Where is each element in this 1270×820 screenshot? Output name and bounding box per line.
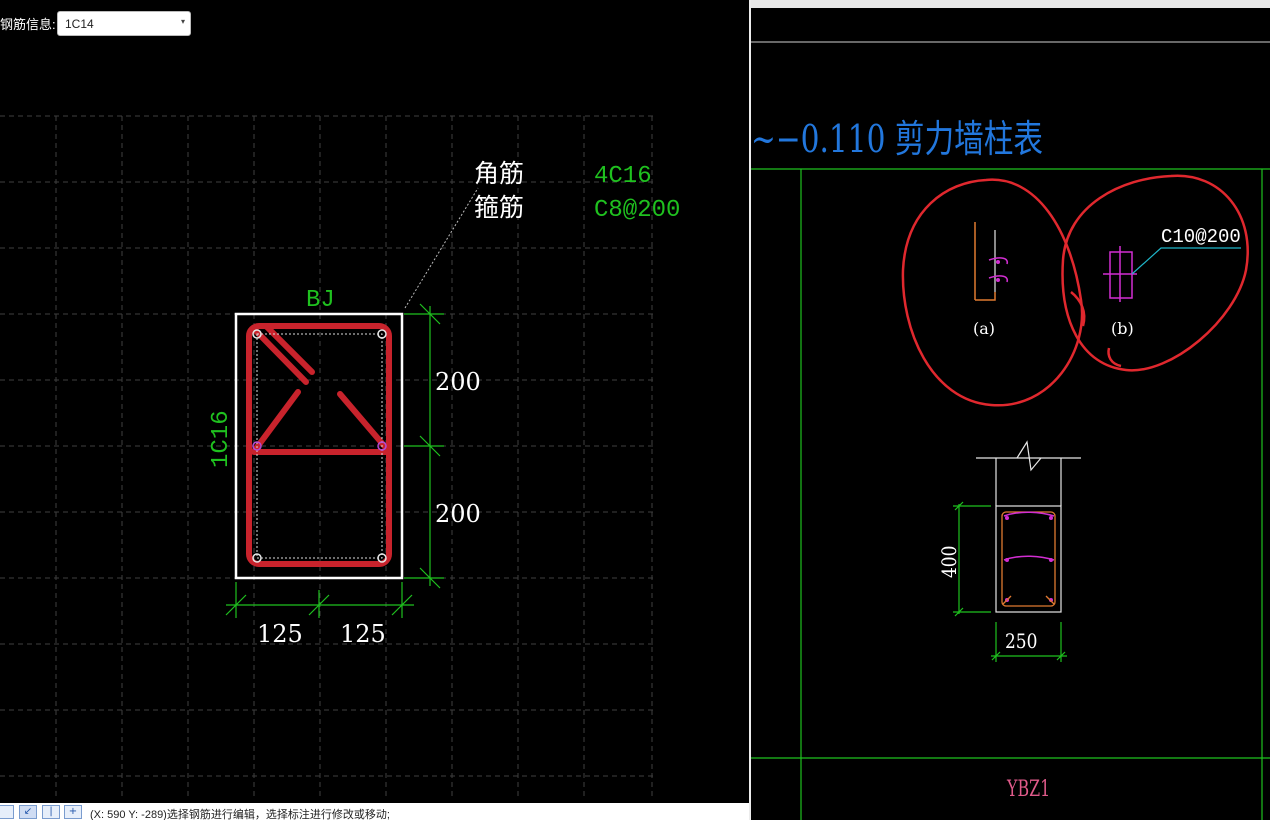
status-bar: ↙ | + (X: 590 Y: -289)选择钢筋进行编辑，选择标注进行修改或… [0, 803, 749, 820]
detail-b-rebar-label[interactable]: C10@200 [1161, 226, 1241, 248]
legend-stirrup-value[interactable]: C8@200 [594, 197, 680, 224]
drawing-title[interactable]: ~−0.110 剪力墙柱表 [751, 117, 1043, 162]
dim-v-bottom[interactable]: 200 [435, 500, 481, 528]
column-section[interactable] [976, 440, 1081, 613]
detail-b-label[interactable]: (b) [1111, 319, 1134, 338]
rebar-select-value: 1C14 [65, 17, 94, 31]
status-text: (X: 590 Y: -289)选择钢筋进行编辑，选择标注进行修改或移动; [90, 809, 390, 820]
markup-circle-b[interactable] [1061, 174, 1249, 372]
column-id[interactable]: YBZ1 [1006, 775, 1050, 801]
background-grid [0, 115, 654, 800]
dim-column-height[interactable]: 400 [939, 546, 962, 578]
cad-drawing-panel: ~−0.110 剪力墙柱表 (a) C10@200 (b) 400 250 YB… [751, 0, 1270, 820]
dim-h-left[interactable]: 125 [257, 620, 303, 648]
hook-3[interactable] [252, 389, 301, 453]
markup-circles[interactable] [901, 174, 1249, 407]
rebar-editor-panel: 角筋 箍筋 4C16 C8@200 BJ 1C16 200 200 125 12… [0, 0, 749, 820]
dim-v-top[interactable]: 200 [435, 368, 481, 396]
detail-b[interactable] [1103, 246, 1241, 302]
table-frame [751, 168, 1270, 820]
editor-canvas[interactable]: 角筋 箍筋 4C16 C8@200 BJ 1C16 200 200 125 12… [0, 0, 749, 820]
add-point-tool-button[interactable]: + [64, 805, 82, 819]
chevron-down-icon[interactable]: ▾ [181, 17, 185, 26]
detail-a[interactable] [974, 222, 1009, 301]
dim-h-right[interactable]: 125 [340, 620, 386, 648]
legend-stirrup-name: 箍筋 [474, 193, 524, 222]
hook-4[interactable] [337, 391, 389, 451]
dim-column-width[interactable]: 250 [1005, 631, 1037, 654]
rebar-info-select[interactable]: 1C14 ▾ [57, 11, 191, 36]
legend-corner-bar-name: 角筋 [474, 159, 524, 188]
draw-line-tool-button[interactable]: ↙ [19, 805, 37, 819]
outer-stirrup[interactable] [246, 323, 392, 567]
legend-corner-bar-value[interactable]: 4C16 [594, 163, 652, 190]
rebar-info-label: 钢筋信息: [0, 17, 56, 32]
stirrups[interactable] [246, 323, 392, 567]
vertical-line-tool-button[interactable]: | [42, 805, 60, 819]
select-tool-button[interactable] [0, 805, 14, 819]
vertical-dimension [404, 303, 444, 589]
detail-a-label[interactable]: (a) [973, 319, 995, 338]
drawing-canvas[interactable]: ~−0.110 剪力墙柱表 (a) C10@200 (b) 400 250 YB… [751, 0, 1270, 820]
side-rebar-label[interactable]: 1C16 [208, 410, 235, 468]
markup-circle-a[interactable] [901, 178, 1084, 407]
member-label[interactable]: BJ [306, 287, 335, 314]
